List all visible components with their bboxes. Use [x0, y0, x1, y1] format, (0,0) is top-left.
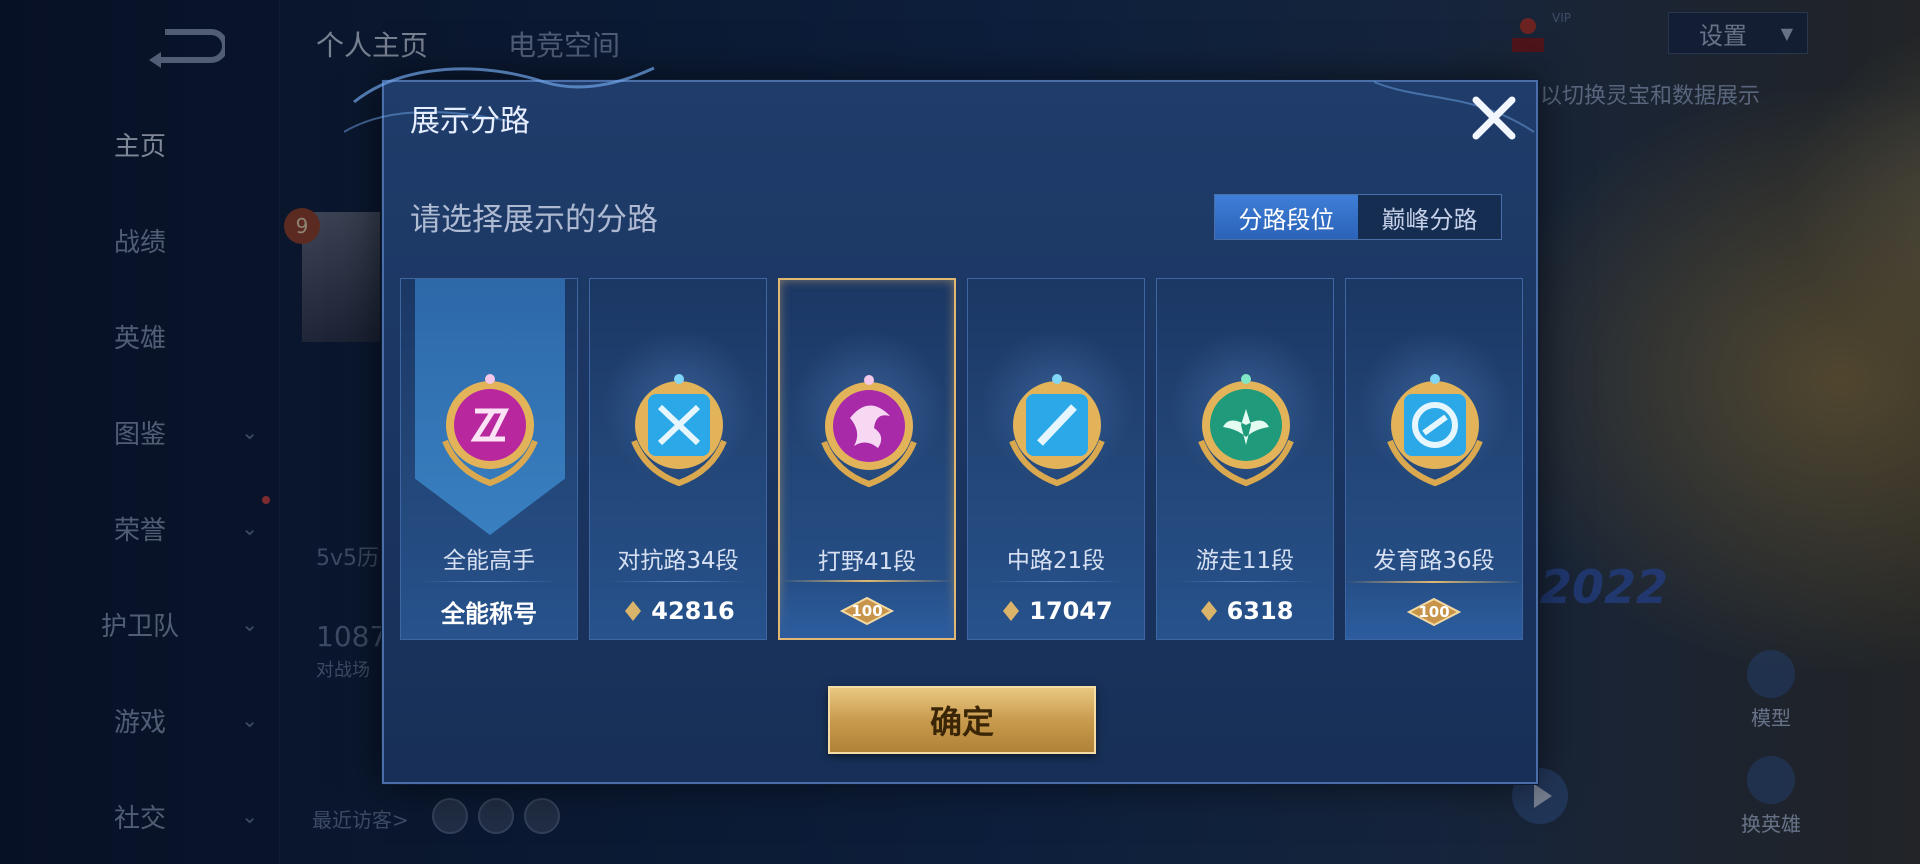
- lane-value-text: 全能称号: [441, 599, 537, 628]
- confirm-button[interactable]: 确定: [828, 686, 1096, 754]
- lane-value-text: 42816: [651, 597, 735, 625]
- dialog-subtitle: 请选择展示的分路: [410, 202, 658, 238]
- lane-value-text: 17047: [1029, 597, 1113, 625]
- lane-value: 17047: [968, 593, 1144, 629]
- mid-lane-emblem-icon: [1009, 374, 1105, 487]
- tab-peak-lane[interactable]: 巅峰分路: [1358, 195, 1501, 239]
- clash-lane-emblem-icon: [631, 374, 727, 487]
- tab-lane-rank[interactable]: 分路段位: [1215, 195, 1358, 239]
- divider: [1175, 581, 1315, 582]
- power-icon: [1200, 601, 1217, 621]
- lane-display-dialog: 展示分路 请选择展示的分路 分路段位 巅峰分路 全能高手 全能称号 对抗路34段…: [344, 66, 1538, 784]
- divider: [419, 581, 559, 582]
- lane-name: 游走11段: [1195, 548, 1295, 574]
- close-icon[interactable]: [1468, 92, 1520, 144]
- lane-name: 对抗路34段: [617, 548, 739, 574]
- divider: [986, 581, 1126, 582]
- mode-segmented-control: 分路段位 巅峰分路: [1214, 194, 1502, 240]
- rank-100-badge: 100: [1405, 597, 1463, 627]
- lane-name: 发育路36段: [1373, 548, 1495, 574]
- roam-emblem-icon: [1198, 374, 1294, 487]
- rank-100-badge: 100: [838, 596, 896, 626]
- power-icon: [1003, 601, 1020, 621]
- lane-card-jungle[interactable]: 打野41段 100: [778, 278, 956, 640]
- rank-badge-text: 100: [851, 602, 883, 620]
- jungle-emblem-icon: [821, 375, 917, 488]
- lane-card-roam[interactable]: 游走11段 6318: [1156, 278, 1334, 640]
- lane-value: 6318: [1157, 593, 1333, 629]
- divider: [608, 581, 748, 582]
- lane-card-allround[interactable]: 全能高手 全能称号: [400, 278, 578, 640]
- dialog-title: 展示分路: [410, 104, 530, 139]
- lane-name: 打野41段: [817, 549, 917, 575]
- rank-badge-text: 100: [1418, 603, 1450, 621]
- farm-lane-emblem-icon: [1387, 374, 1483, 487]
- lane-name: 全能高手: [443, 548, 535, 574]
- lane-value-text: 6318: [1226, 597, 1294, 625]
- lane-value: 42816: [590, 593, 766, 629]
- lane-card-farm[interactable]: 发育路36段 100: [1345, 278, 1523, 640]
- lane-card-list: 全能高手 全能称号 对抗路34段 42816 打野41段 100 中路21段 1…: [400, 278, 1524, 640]
- lane-card-mid[interactable]: 中路21段 17047: [967, 278, 1145, 640]
- lane-name: 中路21段: [1006, 548, 1106, 574]
- power-icon: [625, 601, 642, 621]
- lane-value: 全能称号: [401, 593, 577, 629]
- allround-emblem-icon: [442, 374, 538, 487]
- rank-plate: 100: [780, 580, 954, 638]
- rank-plate: 100: [1346, 581, 1522, 639]
- lane-card-clash[interactable]: 对抗路34段 42816: [589, 278, 767, 640]
